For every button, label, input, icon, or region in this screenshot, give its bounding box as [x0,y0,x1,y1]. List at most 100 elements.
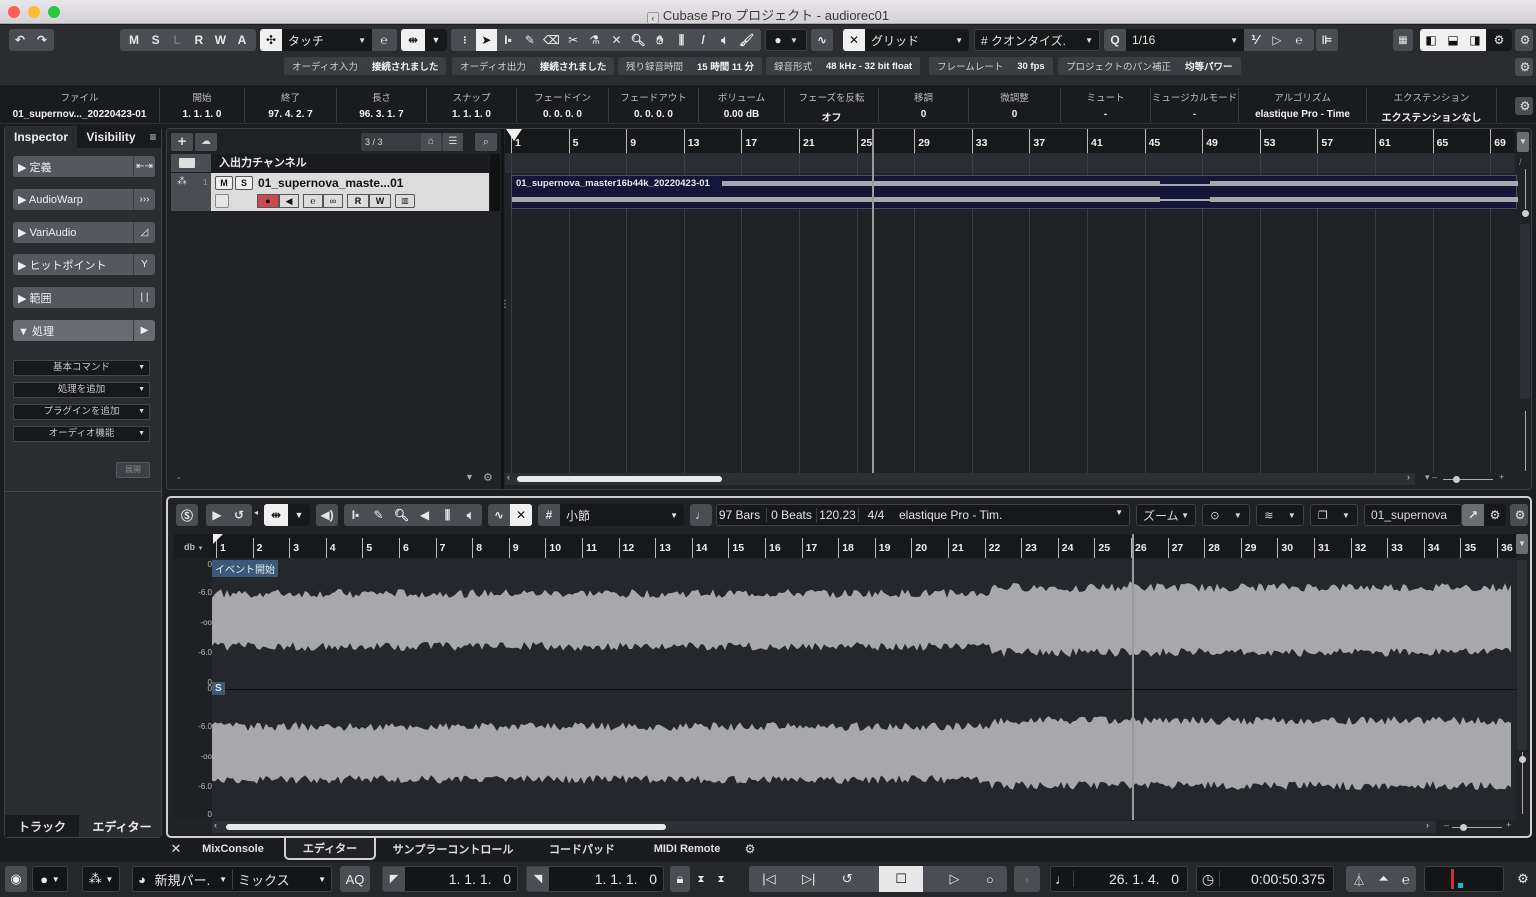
click-settings-icon[interactable]: ℮ [1402,872,1410,887]
read-button[interactable]: R [189,29,209,51]
tab-editor-left[interactable]: エディター [83,815,161,837]
record-mode-dropdown[interactable]: ● ▼ [32,866,68,892]
info-start[interactable]: 開始 1. 1. 1. 0 [160,88,245,122]
cycle-icon[interactable]: ↺ [842,871,853,887]
track-name[interactable]: 01_supernova_maste...01 [258,176,403,190]
tab-mixconsole[interactable]: MixConsole [186,838,280,860]
track-solo-button[interactable]: S [235,176,253,190]
scroll-left-icon[interactable]: ‹ [214,820,217,830]
left-locator-icon[interactable]: ◤ [383,867,405,891]
automation-icon[interactable]: ✣ [260,29,282,51]
event-selector[interactable]: 01_supernova [1364,504,1462,526]
line-tool-icon[interactable]: / [693,29,714,51]
info-fine-tune[interactable]: 微調整 0 [969,88,1061,122]
solo-all-button[interactable]: S [146,29,166,51]
auto-scroll-button[interactable]: ∿ [811,29,833,51]
beats-field[interactable]: 0 Beats [767,508,817,522]
metronome-icon[interactable]: ⏃ [1352,870,1365,889]
play-icon[interactable]: ▶ [206,504,228,526]
loop-icon[interactable]: ↺ [228,504,250,526]
editor-snap-icon[interactable]: ✕ [510,504,532,526]
info-musical-mode[interactable]: ミュージカルモード - [1151,88,1239,122]
waveform-area[interactable]: イベント開始 S [212,558,1516,820]
scroll-left-icon[interactable]: ‹ [507,472,510,482]
activate-button[interactable]: A [232,29,252,51]
audio-event[interactable]: 01_supernova_master16b44k_20220423-01 [511,175,1518,209]
editor-ruler-menu-icon[interactable]: ▼ [1516,534,1528,554]
track-version-icon[interactable]: ▥ [395,194,415,208]
iterative-quantize-icon[interactable]: ⅟ [1244,29,1266,51]
close-lower-zone-icon[interactable]: ✕ [166,838,186,860]
gear-icon[interactable]: ⚙ [1514,866,1532,892]
horizontal-scrollbar[interactable]: ‹ › [505,472,1415,485]
write-button[interactable]: W [210,29,230,51]
track-height-icon[interactable]: ▼ [465,472,474,482]
project-start-marker[interactable] [506,129,522,141]
view-options-dropdown[interactable]: ⊙ ▼ [1202,504,1250,526]
edit-mode-dropdown[interactable]: ▼ [425,29,447,51]
audio-functions-dropdown[interactable]: オーディオ機能 [13,426,150,442]
activate-project-icon[interactable]: ◉ [5,866,27,892]
editor-grid-dropdown[interactable]: 小節 ▼ [560,504,684,526]
hand-tool-icon[interactable]: ✋︎ [650,29,671,51]
right-locator-icon[interactable]: ◥ [527,867,549,891]
monitor-button[interactable]: ◀ [279,194,299,208]
audition-volume-icon[interactable]: ◂ [254,508,258,517]
info-length[interactable]: 長さ 96. 3. 1. 7 [337,88,427,122]
tab-chord-pads[interactable]: コードパッド [530,838,634,860]
search-icon[interactable]: ⌕ [475,133,497,151]
gear-icon[interactable]: ⚙ [740,838,760,860]
editor-play-tool-icon[interactable]: ◀ [415,504,435,526]
tab-visibility[interactable]: Visibility [77,126,145,148]
info-algorithm[interactable]: アルゴリズム elastique Pro - Time [1239,88,1367,122]
editor-scroll-thumb[interactable] [226,824,666,830]
solo-editor-button[interactable]: Ⓢ [176,504,198,526]
editor-draw-tool-icon[interactable]: ✎ [369,504,389,526]
mute-all-button[interactable]: M [124,29,144,51]
event-start-label[interactable]: イベント開始 [212,560,278,577]
info-fade-out[interactable]: フェードアウト 0. 0. 0. 0 [609,88,699,122]
status-settings-button[interactable]: ⚙ [1515,58,1533,76]
left-zone-icon[interactable]: ◧ [1420,29,1442,51]
zoom-in-icon[interactable]: + [1499,472,1504,482]
edit-channel-button[interactable]: ℮ [303,194,323,208]
editor-setup-icon[interactable]: ⚙ [1484,504,1506,526]
grid-icon[interactable]: # [538,504,560,526]
editor-zoom-tool-icon[interactable]: 🔍︎ [392,504,412,526]
expand-button[interactable]: 展開 [116,462,150,478]
editor-horizontal-zoom-handle[interactable] [1460,824,1467,831]
quantize-edit-icon[interactable]: ℮ [1288,29,1310,51]
info-file[interactable]: ファイル 01_supernov..._20220423-01 [0,88,160,122]
infoline-settings-button[interactable]: ⚙ [1515,97,1533,115]
pencil-icon[interactable]: / [1519,157,1522,167]
play-tool-icon[interactable]: 🔈︎ [715,29,736,51]
editor-edit-mode-dropdown[interactable]: ▼ [288,504,310,526]
audio-record-mode-dropdown[interactable]: ⁂ ▼ [82,866,120,892]
keyboard-button[interactable]: ▦ [1393,29,1413,51]
snap-icon[interactable]: ✕ [843,29,865,51]
lock-icon[interactable]: 🔒︎ [670,866,690,892]
range-selection-tool-icon[interactable]: I▪ [498,29,519,51]
event-start-marker[interactable] [213,534,223,544]
musical-mode-button[interactable]: ♩ [690,504,712,526]
tab-inspector[interactable]: Inspector [5,126,77,148]
track-list-icon[interactable]: ☰ [443,133,463,151]
split-tool-icon[interactable]: ✂ [563,29,584,51]
info-volume[interactable]: ボリューム 0.00 dB [699,88,785,122]
tab-track[interactable]: トラック [5,815,79,837]
record-icon[interactable]: ○ [986,872,994,887]
comp-tool-icon[interactable]: ⫼ [671,29,692,51]
section-hitpoints[interactable]: ▶ ヒットポイント Y [13,254,155,275]
erase-tool-icon[interactable]: ⌫ [541,29,562,51]
section-range[interactable]: ▶ 範囲 | | [13,287,155,308]
ruler-menu-icon[interactable]: ▼ [1517,132,1529,152]
go-to-end-icon[interactable]: ▷| [802,871,815,887]
info-end[interactable]: 終了 97. 4. 2. 7 [245,88,337,122]
track-color-swatch[interactable] [215,194,229,208]
editor-vertical-scrollbar[interactable] [1517,560,1527,750]
editor-ruler[interactable]: 1 2 3 4 5 6 7 8 9 10 11 12 13 14 15 16 17 18 19 20 21 22 23 24 2… [212,534,1516,558]
object-selection-tool-icon[interactable]: ➤ [476,29,497,51]
right-zone-icon[interactable]: ◨ [1464,29,1486,51]
mix-dropdown[interactable]: ミックス ▼ [233,870,331,889]
right-locator[interactable]: ◥ 1. 1. 1. 0 [526,866,664,892]
